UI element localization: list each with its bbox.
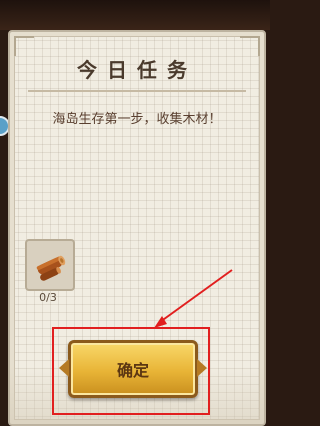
tutorial-arrow-icon bbox=[154, 269, 233, 328]
